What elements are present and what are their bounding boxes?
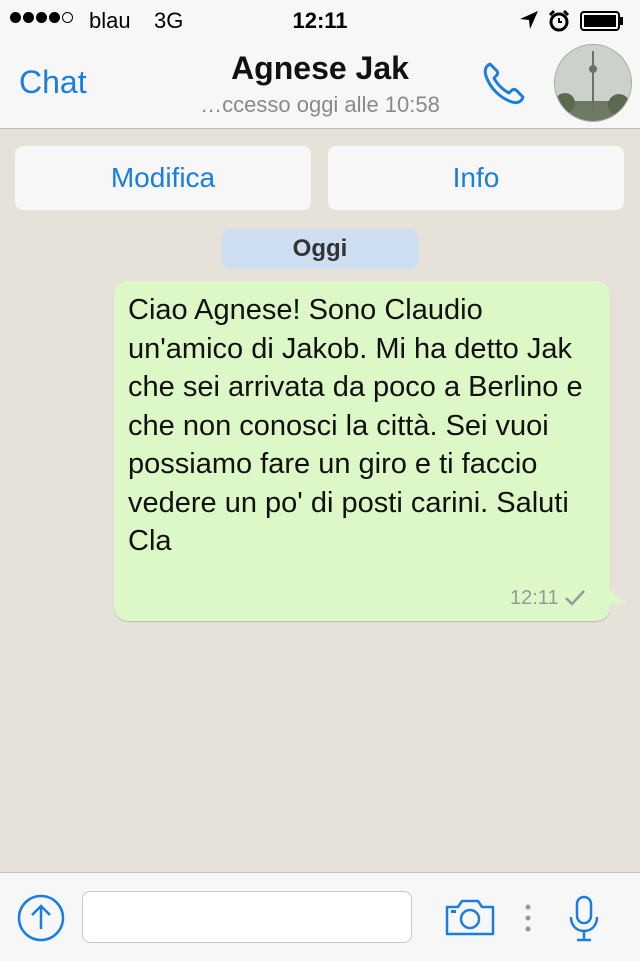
info-button[interactable]: Info — [328, 146, 624, 210]
message-text: Ciao Agnese! Sono Claudio un'amico di Ja… — [128, 294, 583, 557]
battery-icon — [580, 11, 624, 31]
more-dots-icon[interactable] — [524, 903, 532, 933]
chat-header: Chat Agnese Jak …ccesso oggi alle 10:58 — [0, 40, 640, 129]
outgoing-message-bubble[interactable]: Ciao Agnese! Sono Claudio un'amico di Ja… — [114, 281, 610, 621]
microphone-icon[interactable] — [568, 895, 600, 943]
message-input[interactable] — [82, 891, 412, 943]
sent-check-icon — [564, 589, 586, 612]
date-separator: Oggi — [221, 229, 419, 269]
bubble-tail — [600, 580, 628, 606]
camera-icon[interactable] — [444, 897, 496, 937]
last-seen-status: …ccesso oggi alle 10:58 — [200, 92, 440, 117]
contact-avatar[interactable] — [554, 44, 632, 122]
phone-icon[interactable] — [478, 58, 528, 108]
contact-name: Agnese Jak — [231, 50, 409, 86]
clock: 12:11 — [292, 8, 348, 33]
message-time: 12:11 — [510, 587, 559, 609]
alarm-clock-icon — [547, 9, 571, 39]
message-input-bar — [0, 872, 640, 961]
status-bar: blau 3G 12:11 — [0, 0, 640, 40]
edit-button[interactable]: Modifica — [15, 146, 311, 210]
location-arrow-icon — [518, 9, 540, 37]
upload-arrow-icon[interactable] — [17, 894, 65, 942]
